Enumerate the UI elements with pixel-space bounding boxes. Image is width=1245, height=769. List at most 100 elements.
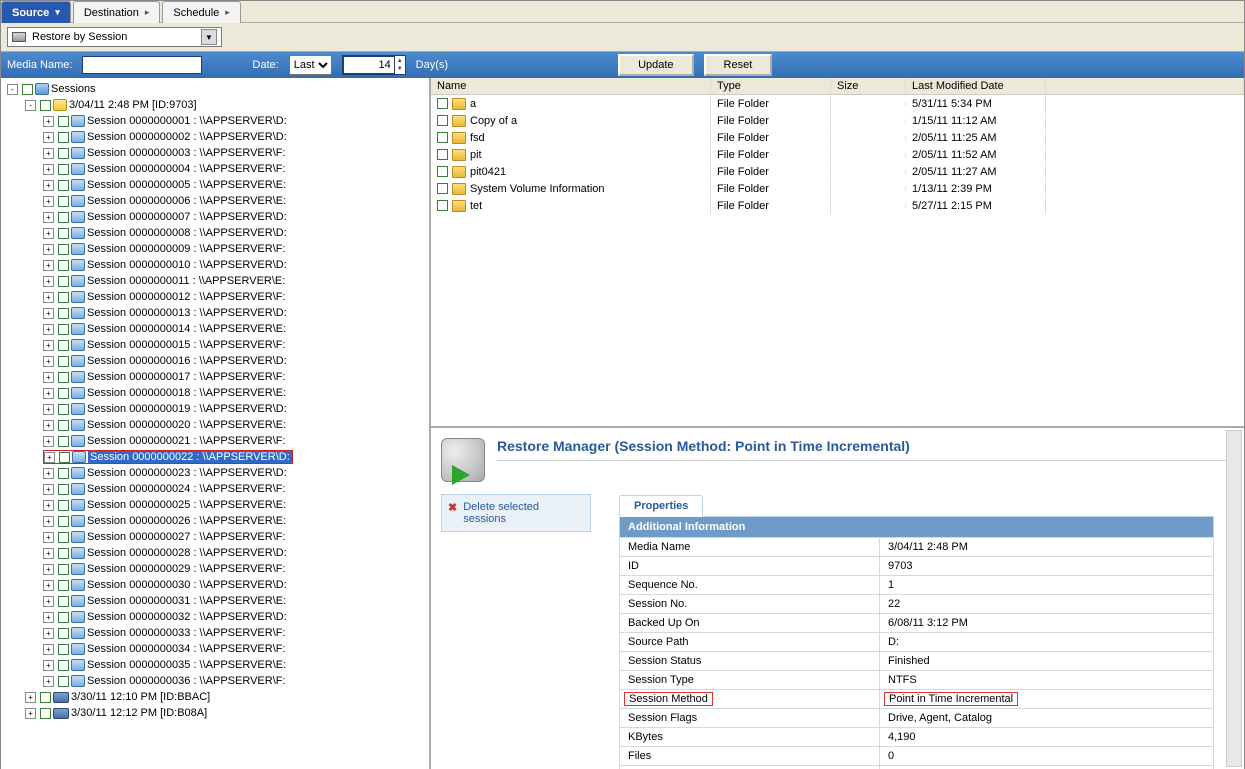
checkbox-icon[interactable] xyxy=(58,660,69,671)
chevron-down-icon[interactable]: ▼ xyxy=(201,29,217,45)
tree-row[interactable]: + Session 0000000002 : \\APPSERVER\D: xyxy=(3,129,427,145)
checkbox-icon[interactable] xyxy=(58,372,69,383)
tab-properties[interactable]: Properties xyxy=(619,495,703,517)
checkbox-icon[interactable] xyxy=(58,356,69,367)
expand-icon[interactable]: + xyxy=(43,644,54,655)
tree-row[interactable]: + Session 0000000014 : \\APPSERVER\E: xyxy=(3,321,427,337)
tree-row[interactable]: + Session 0000000032 : \\APPSERVER\D: xyxy=(3,609,427,625)
col-type[interactable]: Type xyxy=(711,78,831,94)
expand-icon[interactable]: + xyxy=(43,564,54,575)
checkbox-icon[interactable] xyxy=(437,200,448,211)
file-row[interactable]: fsdFile Folder2/05/11 11:25 AM xyxy=(431,129,1244,146)
expand-icon[interactable]: + xyxy=(43,676,54,687)
checkbox-icon[interactable] xyxy=(58,180,69,191)
expand-icon[interactable]: + xyxy=(43,484,54,495)
tree-row[interactable]: - Sessions xyxy=(3,81,427,97)
expand-icon[interactable]: + xyxy=(43,660,54,671)
checkbox-icon[interactable] xyxy=(58,436,69,447)
file-row[interactable]: System Volume InformationFile Folder1/13… xyxy=(431,180,1244,197)
checkbox-icon[interactable] xyxy=(40,692,51,703)
checkbox-icon[interactable] xyxy=(58,260,69,271)
media-name-input[interactable] xyxy=(82,56,202,74)
delete-sessions-link[interactable]: ✖ Delete selected sessions xyxy=(441,494,591,532)
checkbox-icon[interactable] xyxy=(58,164,69,175)
checkbox-icon[interactable] xyxy=(437,132,448,143)
tree-row[interactable]: + Session 0000000009 : \\APPSERVER\F: xyxy=(3,241,427,257)
expand-icon[interactable]: + xyxy=(43,420,54,431)
expand-icon[interactable]: + xyxy=(43,132,54,143)
tree-row[interactable]: + Session 0000000001 : \\APPSERVER\D: xyxy=(3,113,427,129)
expand-icon[interactable]: + xyxy=(43,276,54,287)
checkbox-icon[interactable] xyxy=(58,548,69,559)
tree-row[interactable]: + Session 0000000005 : \\APPSERVER\E: xyxy=(3,177,427,193)
checkbox-icon[interactable] xyxy=(58,228,69,239)
tree-row[interactable]: + Session 0000000028 : \\APPSERVER\D: xyxy=(3,545,427,561)
checkbox-icon[interactable] xyxy=(58,404,69,415)
tree-row[interactable]: + Session 0000000008 : \\APPSERVER\D: xyxy=(3,225,427,241)
reset-button[interactable]: Reset xyxy=(704,54,773,76)
checkbox-icon[interactable] xyxy=(40,100,51,111)
expand-icon[interactable]: + xyxy=(43,308,54,319)
expand-icon[interactable]: + xyxy=(43,516,54,527)
spin-arrows-icon[interactable]: ▲▼ xyxy=(395,57,405,73)
tree-row[interactable]: + Session 0000000025 : \\APPSERVER\E: xyxy=(3,497,427,513)
expand-icon[interactable]: + xyxy=(43,372,54,383)
tab-schedule[interactable]: Schedule ▸ xyxy=(162,1,240,23)
expand-icon[interactable]: + xyxy=(43,580,54,591)
checkbox-icon[interactable] xyxy=(58,340,69,351)
tree-row[interactable]: + 3/30/11 12:12 PM [ID:B08A] xyxy=(3,705,427,721)
checkbox-icon[interactable] xyxy=(437,149,448,160)
tree-row[interactable]: + 3/30/11 12:10 PM [ID:BBAC] xyxy=(3,689,427,705)
tree-row[interactable]: + Session 0000000010 : \\APPSERVER\D: xyxy=(3,257,427,273)
checkbox-icon[interactable] xyxy=(437,98,448,109)
sessions-tree[interactable]: - Sessions- 3/04/11 2:48 PM [ID:9703]+ S… xyxy=(1,78,431,769)
tree-row[interactable]: + Session 0000000035 : \\APPSERVER\E: xyxy=(3,657,427,673)
tree-row[interactable]: + Session 0000000033 : \\APPSERVER\F: xyxy=(3,625,427,641)
expand-icon[interactable]: + xyxy=(43,612,54,623)
checkbox-icon[interactable] xyxy=(58,276,69,287)
checkbox-icon[interactable] xyxy=(58,308,69,319)
tree-row[interactable]: + Session 0000000003 : \\APPSERVER\F: xyxy=(3,145,427,161)
tree-row[interactable]: + Session 0000000026 : \\APPSERVER\E: xyxy=(3,513,427,529)
checkbox-icon[interactable] xyxy=(40,708,51,719)
tree-row[interactable]: + Session 0000000007 : \\APPSERVER\D: xyxy=(3,209,427,225)
checkbox-icon[interactable] xyxy=(58,116,69,127)
tree-row[interactable]: + Session 0000000019 : \\APPSERVER\D: xyxy=(3,401,427,417)
checkbox-icon[interactable] xyxy=(58,628,69,639)
expand-icon[interactable]: + xyxy=(43,116,54,127)
expand-icon[interactable]: + xyxy=(25,708,36,719)
file-row[interactable]: tetFile Folder5/27/11 2:15 PM xyxy=(431,197,1244,214)
tree-row[interactable]: - 3/04/11 2:48 PM [ID:9703] xyxy=(3,97,427,113)
file-list[interactable]: Name Type Size Last Modified Date aFile … xyxy=(431,78,1244,428)
checkbox-icon[interactable] xyxy=(58,132,69,143)
col-date[interactable]: Last Modified Date xyxy=(906,78,1046,94)
expand-icon[interactable]: + xyxy=(43,628,54,639)
checkbox-icon[interactable] xyxy=(58,596,69,607)
checkbox-icon[interactable] xyxy=(58,676,69,687)
tree-row[interactable]: + Session 0000000031 : \\APPSERVER\E: xyxy=(3,593,427,609)
file-row[interactable]: pitFile Folder2/05/11 11:52 AM xyxy=(431,146,1244,163)
days-input[interactable] xyxy=(343,56,395,74)
col-name[interactable]: Name xyxy=(431,78,711,94)
checkbox-icon[interactable] xyxy=(59,452,70,463)
checkbox-icon[interactable] xyxy=(22,84,33,95)
tab-destination[interactable]: Destination ▸ xyxy=(73,1,161,23)
expand-icon[interactable]: + xyxy=(43,148,54,159)
expand-icon[interactable]: + xyxy=(43,388,54,399)
checkbox-icon[interactable] xyxy=(58,580,69,591)
checkbox-icon[interactable] xyxy=(58,500,69,511)
expand-icon[interactable]: + xyxy=(43,340,54,351)
tree-row[interactable]: + Session 0000000020 : \\APPSERVER\E: xyxy=(3,417,427,433)
tree-row[interactable]: + Session 0000000011 : \\APPSERVER\E: xyxy=(3,273,427,289)
expand-icon[interactable]: + xyxy=(43,228,54,239)
tree-row[interactable]: + Session 0000000017 : \\APPSERVER\F: xyxy=(3,369,427,385)
expand-icon[interactable]: + xyxy=(43,180,54,191)
expand-icon[interactable]: + xyxy=(43,292,54,303)
expand-icon[interactable]: + xyxy=(43,164,54,175)
expand-icon[interactable]: + xyxy=(43,596,54,607)
tree-row[interactable]: + Session 0000000004 : \\APPSERVER\F: xyxy=(3,161,427,177)
tree-row[interactable]: + Session 0000000024 : \\APPSERVER\F: xyxy=(3,481,427,497)
col-size[interactable]: Size xyxy=(831,78,906,94)
checkbox-icon[interactable] xyxy=(437,166,448,177)
expand-icon[interactable]: + xyxy=(43,196,54,207)
